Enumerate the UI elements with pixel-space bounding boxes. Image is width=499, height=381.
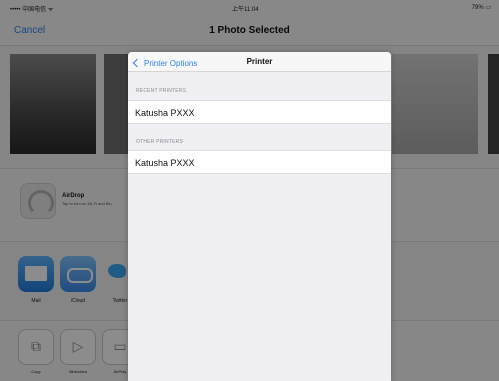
printer-row-recent[interactable]: Katusha PXXX: [128, 100, 391, 124]
section-header-other: OTHER PRINTERS: [136, 139, 183, 145]
printer-popover-navbar: Printer Options Printer: [128, 52, 391, 72]
printer-popover: Printer Options Printer RECENT PRINTERS …: [128, 52, 391, 381]
section-header-recent: RECENT PRINTERS: [136, 88, 187, 94]
printer-row-other[interactable]: Katusha PXXX: [128, 150, 391, 174]
popover-title: Printer: [246, 57, 273, 66]
printer-name: Katusha PXXX: [135, 108, 195, 118]
printer-name: Katusha PXXX: [135, 158, 195, 168]
